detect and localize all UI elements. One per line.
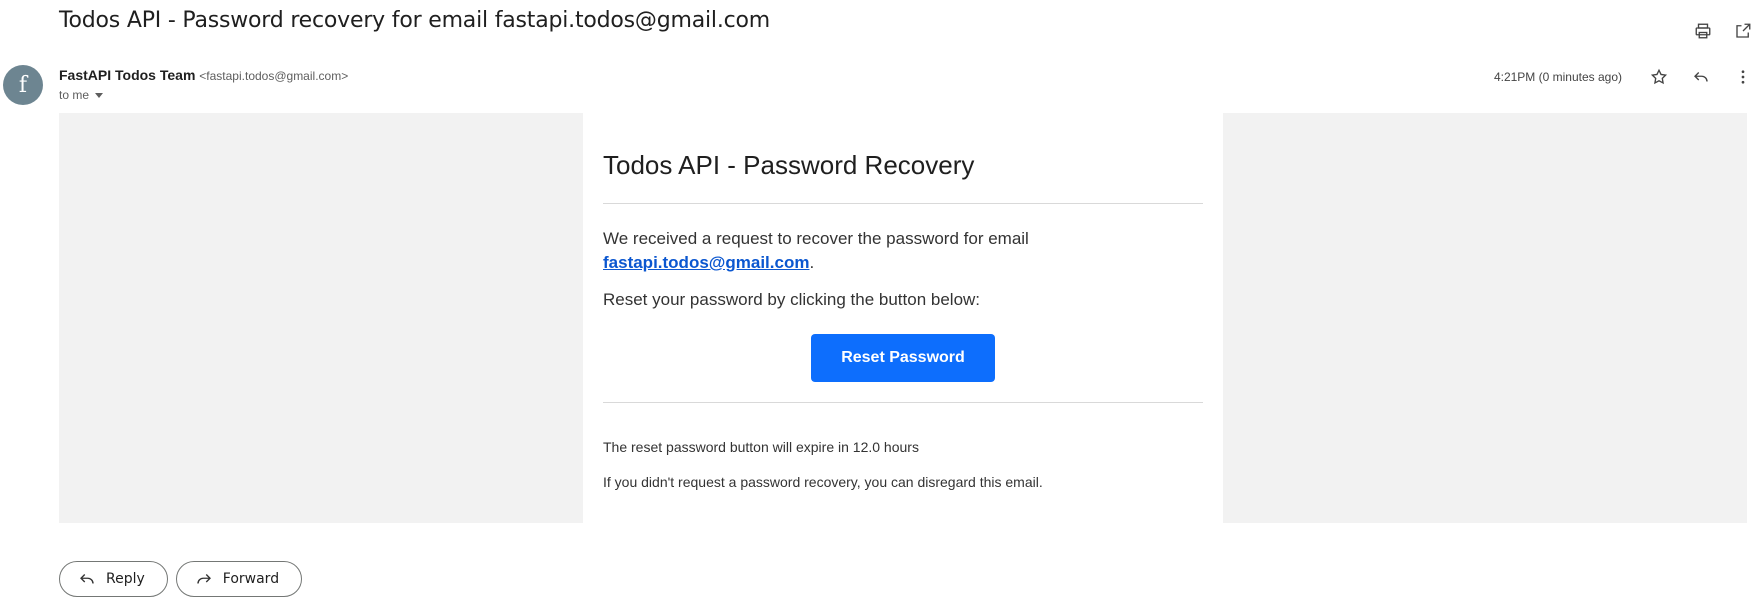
expiry-note: The reset password button will expire in…	[603, 439, 919, 455]
divider	[603, 402, 1203, 403]
period: .	[809, 253, 815, 272]
intro-paragraph: We received a request to recover the pas…	[603, 227, 1203, 275]
to-label: to me	[59, 88, 90, 102]
email-card: Todos API - Password Recovery We receive…	[583, 113, 1223, 523]
forward-icon	[197, 574, 211, 584]
reply-label: Reply	[106, 571, 145, 587]
reply-actions: Reply Forward	[59, 561, 303, 597]
open-in-new-window-icon[interactable]	[1732, 20, 1754, 42]
header-actions	[1692, 20, 1754, 42]
star-icon[interactable]	[1648, 66, 1670, 88]
recipient-details-toggle[interactable]: to me	[59, 88, 104, 102]
intro-text: We received a request to recover the pas…	[603, 229, 1029, 248]
forward-button[interactable]: Forward	[175, 561, 303, 597]
email-body-frame: Todos API - Password Recovery We receive…	[59, 113, 1747, 523]
print-icon[interactable]	[1692, 20, 1714, 42]
forward-label: Forward	[222, 571, 280, 587]
caret-down-icon	[95, 92, 104, 98]
timestamp: 4:21PM (0 minutes ago)	[1493, 70, 1622, 84]
reply-icon[interactable]	[1690, 66, 1712, 88]
divider	[603, 203, 1203, 204]
email-link[interactable]: fastapi.todos@gmail.com	[603, 253, 809, 272]
sender-email: <fastapi.todos@gmail.com>	[199, 69, 349, 83]
sender-line: FastAPI Todos Team <fastapi.todos@gmail.…	[59, 67, 348, 83]
email-subject: Todos API - Password recovery for email …	[59, 8, 771, 33]
more-vertical-icon[interactable]	[1732, 66, 1754, 88]
reset-password-button[interactable]: Reset Password	[811, 334, 995, 382]
reply-icon	[80, 574, 94, 584]
body-title: Todos API - Password Recovery	[603, 150, 975, 180]
message-meta: 4:21PM (0 minutes ago)	[1494, 66, 1754, 88]
reply-button[interactable]: Reply	[59, 561, 168, 597]
button-wrapper: Reset Password	[603, 334, 1203, 382]
instruction-text: Reset your password by clicking the butt…	[603, 290, 981, 309]
disregard-note: If you didn't request a password recover…	[603, 474, 1043, 490]
sender-name: FastAPI Todos Team	[59, 67, 196, 83]
subject-row: Todos API - Password recovery for email …	[59, 8, 1754, 39]
avatar[interactable]: f	[3, 65, 43, 105]
